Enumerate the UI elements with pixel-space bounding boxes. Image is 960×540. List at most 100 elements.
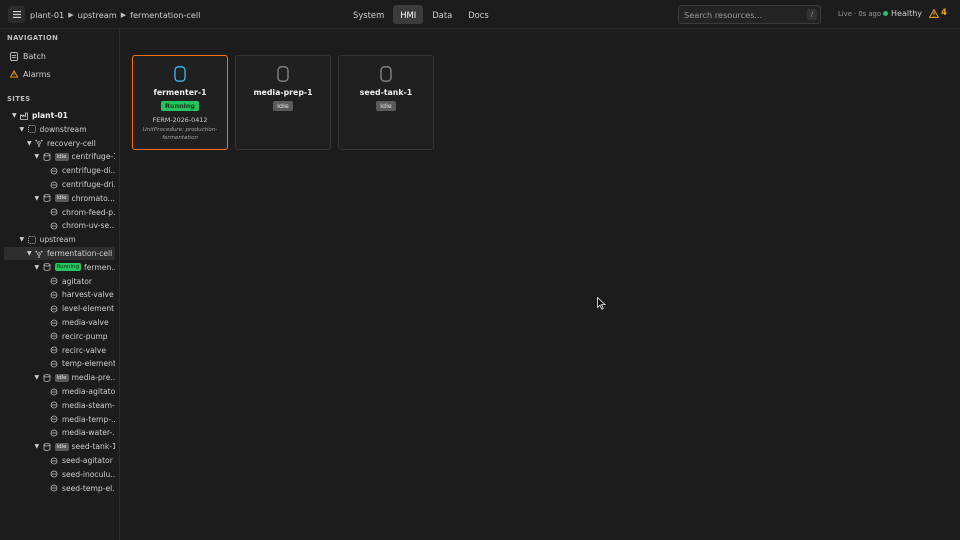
tree-item-area[interactable]: ▼ downstream — [4, 123, 115, 136]
tree-item-label: seed-inoculu... — [62, 469, 115, 479]
tree-item-label: seed-temp-el... — [62, 483, 115, 493]
tree-item-equipment[interactable]: media-valve — [4, 316, 115, 329]
sites-section-label: SITES — [7, 95, 31, 103]
breadcrumb-item[interactable]: plant-01 — [30, 10, 64, 20]
tree-item-equipment[interactable]: harvest-valve — [4, 288, 115, 301]
tree-item-label: temp-element — [62, 359, 115, 369]
equipment-icon — [50, 277, 58, 285]
search-shortcut-key: / — [807, 9, 817, 20]
search-box[interactable]: / — [678, 5, 821, 24]
tree-item-equipment[interactable]: media-water-... — [4, 426, 115, 439]
chevron-down-icon[interactable]: ▼ — [35, 195, 43, 202]
tree-item-equipment[interactable]: seed-temp-el... — [4, 482, 115, 495]
tree-item-equipment[interactable]: seed-inoculu... — [4, 468, 115, 481]
vessel-icon — [174, 66, 186, 82]
tree-item-equipment[interactable]: recirc-pump — [4, 330, 115, 343]
tree-item-equipment[interactable]: media-temp-... — [4, 413, 115, 426]
menu-button[interactable] — [8, 6, 25, 23]
tree-item-site[interactable]: ▼ plant-01 — [4, 109, 115, 122]
tree-item-equipment[interactable]: level-element — [4, 302, 115, 315]
tree-item-equipment[interactable]: media-agitator — [4, 385, 115, 398]
equipment-icon — [50, 401, 58, 409]
navigation-section-label: NAVIGATION — [7, 34, 59, 42]
health-label: Healthy — [891, 9, 923, 18]
unit-name: media-prep-1 — [253, 88, 313, 97]
tab-hmi[interactable]: HMI — [393, 5, 424, 24]
tree-item-equipment[interactable]: seed-agitator — [4, 454, 115, 467]
tab-system[interactable]: System — [346, 5, 391, 24]
tree-item-label: media-water-... — [62, 428, 115, 438]
unit-card[interactable]: media-prep-1 Idle — [235, 55, 331, 150]
equipment-icon — [50, 319, 58, 326]
tree-item-unit[interactable]: ▼ Idle centrifuge-1 — [4, 150, 116, 163]
tree-item-equipment[interactable]: centrifuge-di... — [4, 164, 115, 177]
tree-item-label: recovery-cell — [47, 138, 96, 148]
tree-item-unit[interactable]: ▼ Idle chromato... — [4, 192, 115, 205]
chevron-down-icon[interactable]: ▼ — [20, 236, 28, 243]
sidebar-item-label: Alarms — [23, 69, 51, 79]
sidebar-item-batch[interactable]: Batch — [10, 50, 46, 62]
clipboard-icon — [10, 51, 18, 61]
tree-item-equipment[interactable]: media-steam-... — [4, 399, 115, 412]
chevron-down-icon[interactable]: ▼ — [35, 153, 43, 160]
tree-item-equipment[interactable]: chrom-feed-p... — [4, 206, 115, 219]
tree-item-label: media-temp-... — [62, 414, 115, 424]
chevron-down-icon[interactable]: ▼ — [12, 112, 20, 119]
search-input[interactable] — [679, 6, 805, 23]
chevron-down-icon[interactable]: ▼ — [27, 250, 35, 257]
equipment-icon — [50, 305, 58, 313]
equipment-icon — [50, 222, 58, 230]
tree-item-area[interactable]: ▼ upstream — [4, 233, 115, 246]
tree-item-unit[interactable]: ▼ Idle media-pre... — [4, 371, 116, 384]
unit-name: seed-tank-1 — [359, 88, 413, 97]
database-icon — [43, 153, 50, 161]
database-icon — [43, 373, 50, 382]
chevron-down-icon[interactable]: ▼ — [35, 374, 43, 381]
status-badge: Idle — [54, 152, 69, 161]
equipment-icon — [50, 346, 58, 354]
status-badge: Idle — [376, 101, 396, 111]
tree-item-unit[interactable]: ▼ Runningfermen... — [4, 261, 116, 274]
health-dot-icon — [883, 11, 888, 16]
main-tabs: System HMI Data Docs — [346, 5, 496, 24]
warning-icon — [929, 8, 939, 18]
chevron-down-icon[interactable]: ▼ — [20, 126, 28, 133]
breadcrumb-item[interactable]: upstream — [78, 10, 117, 20]
unit-card[interactable]: seed-tank-1 Idle — [338, 55, 434, 150]
tree-item-label: media-pre... — [71, 373, 115, 383]
tab-data[interactable]: Data — [425, 5, 459, 24]
tree-item-label: media-agitator — [62, 387, 115, 396]
health-status[interactable]: Healthy — [883, 9, 922, 18]
tree-item-label: seed-tank-1 — [71, 442, 115, 452]
equipment-icon — [50, 167, 58, 175]
vessel-icon — [380, 66, 392, 82]
equipment-icon — [50, 291, 58, 299]
tab-docs[interactable]: Docs — [461, 5, 496, 24]
tree-item-equipment[interactable]: temp-element — [4, 357, 115, 370]
database-icon — [43, 263, 50, 272]
tree-item-equipment[interactable]: agitator — [4, 275, 115, 288]
unit-procedure: UnitProcedure: production-fermentation — [142, 127, 218, 141]
tree-item-equipment[interactable]: chrom-uv-se... — [4, 219, 115, 232]
alerts-indicator[interactable]: 4 — [929, 8, 947, 18]
chevron-down-icon[interactable]: ▼ — [35, 443, 43, 450]
chevron-down-icon[interactable]: ▼ — [27, 140, 35, 147]
tree-item-equipment[interactable]: recirc-valve — [4, 344, 115, 357]
unit-name: fermenter-1 — [153, 88, 207, 97]
tree-item-cell[interactable]: ▼ fermentation-cell — [4, 247, 115, 260]
tree-item-label: plant-01 — [32, 111, 68, 120]
equipment-icon — [50, 360, 58, 368]
tree-item-cell[interactable]: ▼ recovery-cell — [4, 137, 115, 150]
tree-item-unit[interactable]: ▼ Idle seed-tank-1 — [4, 440, 116, 453]
tree-item-label: centrifuge-dri... — [62, 180, 115, 189]
breadcrumb-item[interactable]: fermentation-cell — [130, 10, 200, 20]
database-icon — [43, 442, 50, 451]
tree-item-label: agitator — [62, 276, 92, 286]
equipment-icon — [50, 429, 58, 437]
tree-item-label: downstream — [39, 124, 87, 134]
tree-item-equipment[interactable]: centrifuge-dri... — [4, 178, 115, 191]
unit-card[interactable]: fermenter-1 Running FERM-2026-0412 UnitProc… — [132, 55, 228, 150]
sidebar-item-alarms[interactable]: Alarms — [10, 68, 51, 80]
chevron-down-icon[interactable]: ▼ — [35, 264, 43, 271]
factory-icon — [20, 112, 28, 120]
